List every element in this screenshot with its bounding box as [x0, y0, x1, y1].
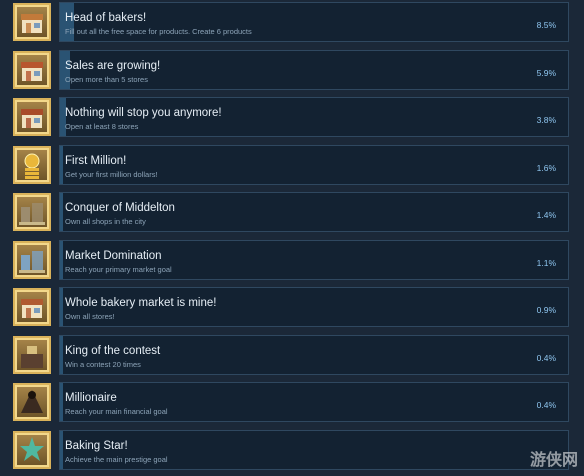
achievement-description: Open more than 5 stores — [65, 74, 148, 84]
achievement-row[interactable]: Millionaire Reach your main financial goa… — [0, 380, 584, 428]
achievement-progress-fill — [60, 288, 63, 326]
achievement-progress-bar: Market Domination Reach your primary mark… — [59, 239, 569, 280]
achievement-description: Reach your primary market goal — [65, 264, 172, 274]
achievement-row[interactable]: Whole bakery market is mine! Own all stor… — [0, 285, 584, 333]
achievement-row[interactable]: Sales are growing! Open more than 5 store… — [0, 48, 584, 96]
achievement-unlock-percent: 1.4% — [536, 210, 556, 220]
achievement-progress-bar: Sales are growing! Open more than 5 store… — [59, 49, 569, 90]
achievement-progress-fill — [60, 240, 63, 279]
achievement-title: Whole bakery market is mine! — [65, 297, 217, 309]
achievement-progress-fill — [60, 193, 63, 231]
achievement-unlock-percent: 5.9% — [536, 67, 556, 78]
achievement-progress-bar: Whole bakery market is mine! Own all stor… — [59, 287, 569, 327]
bakery-plate-icon — [13, 3, 51, 41]
bakery-shop-coins-icon — [13, 288, 51, 326]
achievement-row[interactable]: Market Domination Reach your primary mark… — [0, 238, 584, 286]
bakery-shop-icon — [13, 98, 51, 136]
achievement-description: Own all stores! — [65, 312, 115, 321]
achievement-progress-bar: Millionaire Reach your main financial goa… — [59, 382, 569, 422]
achievement-progress-fill — [60, 335, 63, 374]
achievement-row[interactable]: First Million! Get your first million dol… — [0, 143, 584, 191]
city-buildings-icon — [13, 193, 51, 231]
achievement-description: Get your first million dollars! — [65, 169, 158, 179]
achievement-title: Nothing will stop you anymore! — [65, 107, 222, 119]
achievement-progress-fill — [60, 383, 63, 421]
achievement-unlock-percent: 0.9% — [536, 305, 556, 315]
achievement-progress-bar: Head of bakers! Fill out all the free spa… — [59, 2, 569, 42]
star-trophy-icon — [13, 430, 51, 469]
achievement-description: Own all shops in the city — [65, 217, 146, 226]
achievement-row[interactable]: Nothing will stop you anymore! Open at le… — [0, 95, 584, 143]
achievement-title: Millionaire — [65, 392, 117, 404]
achievement-title: Head of bakers! — [65, 12, 147, 24]
achievement-progress-bar: Baking Star! Achieve the main prestige go… — [59, 429, 569, 470]
achievement-unlock-percent: 1.6% — [536, 162, 556, 173]
achievement-title: Baking Star! — [65, 439, 128, 452]
achievement-progress-fill — [60, 430, 63, 469]
achievement-title: Sales are growing! — [65, 59, 161, 72]
achievement-unlock-percent: 0.4% — [536, 352, 556, 363]
achievement-title: Conquer of Middelton — [65, 202, 175, 214]
achievement-progress-bar: Nothing will stop you anymore! Open at le… — [59, 97, 569, 137]
achievement-progress-bar: King of the contest Win a contest 20 time… — [59, 334, 569, 375]
achievement-row[interactable]: Head of bakers! Fill out all the free spa… — [0, 0, 584, 48]
achievement-progress-fill — [60, 145, 63, 184]
dark-figure-icon — [13, 383, 51, 421]
achievement-description: Achieve the main prestige goal — [65, 454, 168, 464]
bakery-shop-icon — [13, 50, 51, 89]
achievement-progress-bar: First Million! Get your first million dol… — [59, 144, 569, 185]
achievement-progress-bar: Conquer of Middelton Own all shops in the… — [59, 192, 569, 232]
podium-icon — [13, 335, 51, 374]
gold-coin-stack-icon — [13, 145, 51, 184]
achievement-row[interactable]: Conquer of Middelton Own all shops in the… — [0, 190, 584, 238]
achievement-row[interactable]: King of the contest Win a contest 20 time… — [0, 333, 584, 381]
achievement-unlock-percent: 0.4% — [536, 400, 556, 410]
market-stalls-icon — [13, 240, 51, 279]
achievement-title: King of the contest — [65, 344, 161, 357]
achievement-description: Win a contest 20 times — [65, 359, 141, 369]
watermark-text: 游侠网 — [529, 450, 578, 469]
achievement-description: Open at least 8 stores — [65, 122, 139, 131]
achievement-title: First Million! — [65, 154, 127, 167]
achievement-row[interactable]: Baking Star! Achieve the main prestige go… — [0, 428, 584, 476]
achievement-description: Fill out all the free space for products… — [65, 27, 252, 36]
achievement-title: Market Domination — [65, 249, 162, 262]
achievement-unlock-percent: 8.5% — [536, 20, 556, 30]
achievement-unlock-percent: 1.1% — [536, 257, 556, 268]
achievement-unlock-percent: 3.8% — [536, 115, 556, 125]
achievement-description: Reach your main financial goal — [65, 407, 168, 416]
